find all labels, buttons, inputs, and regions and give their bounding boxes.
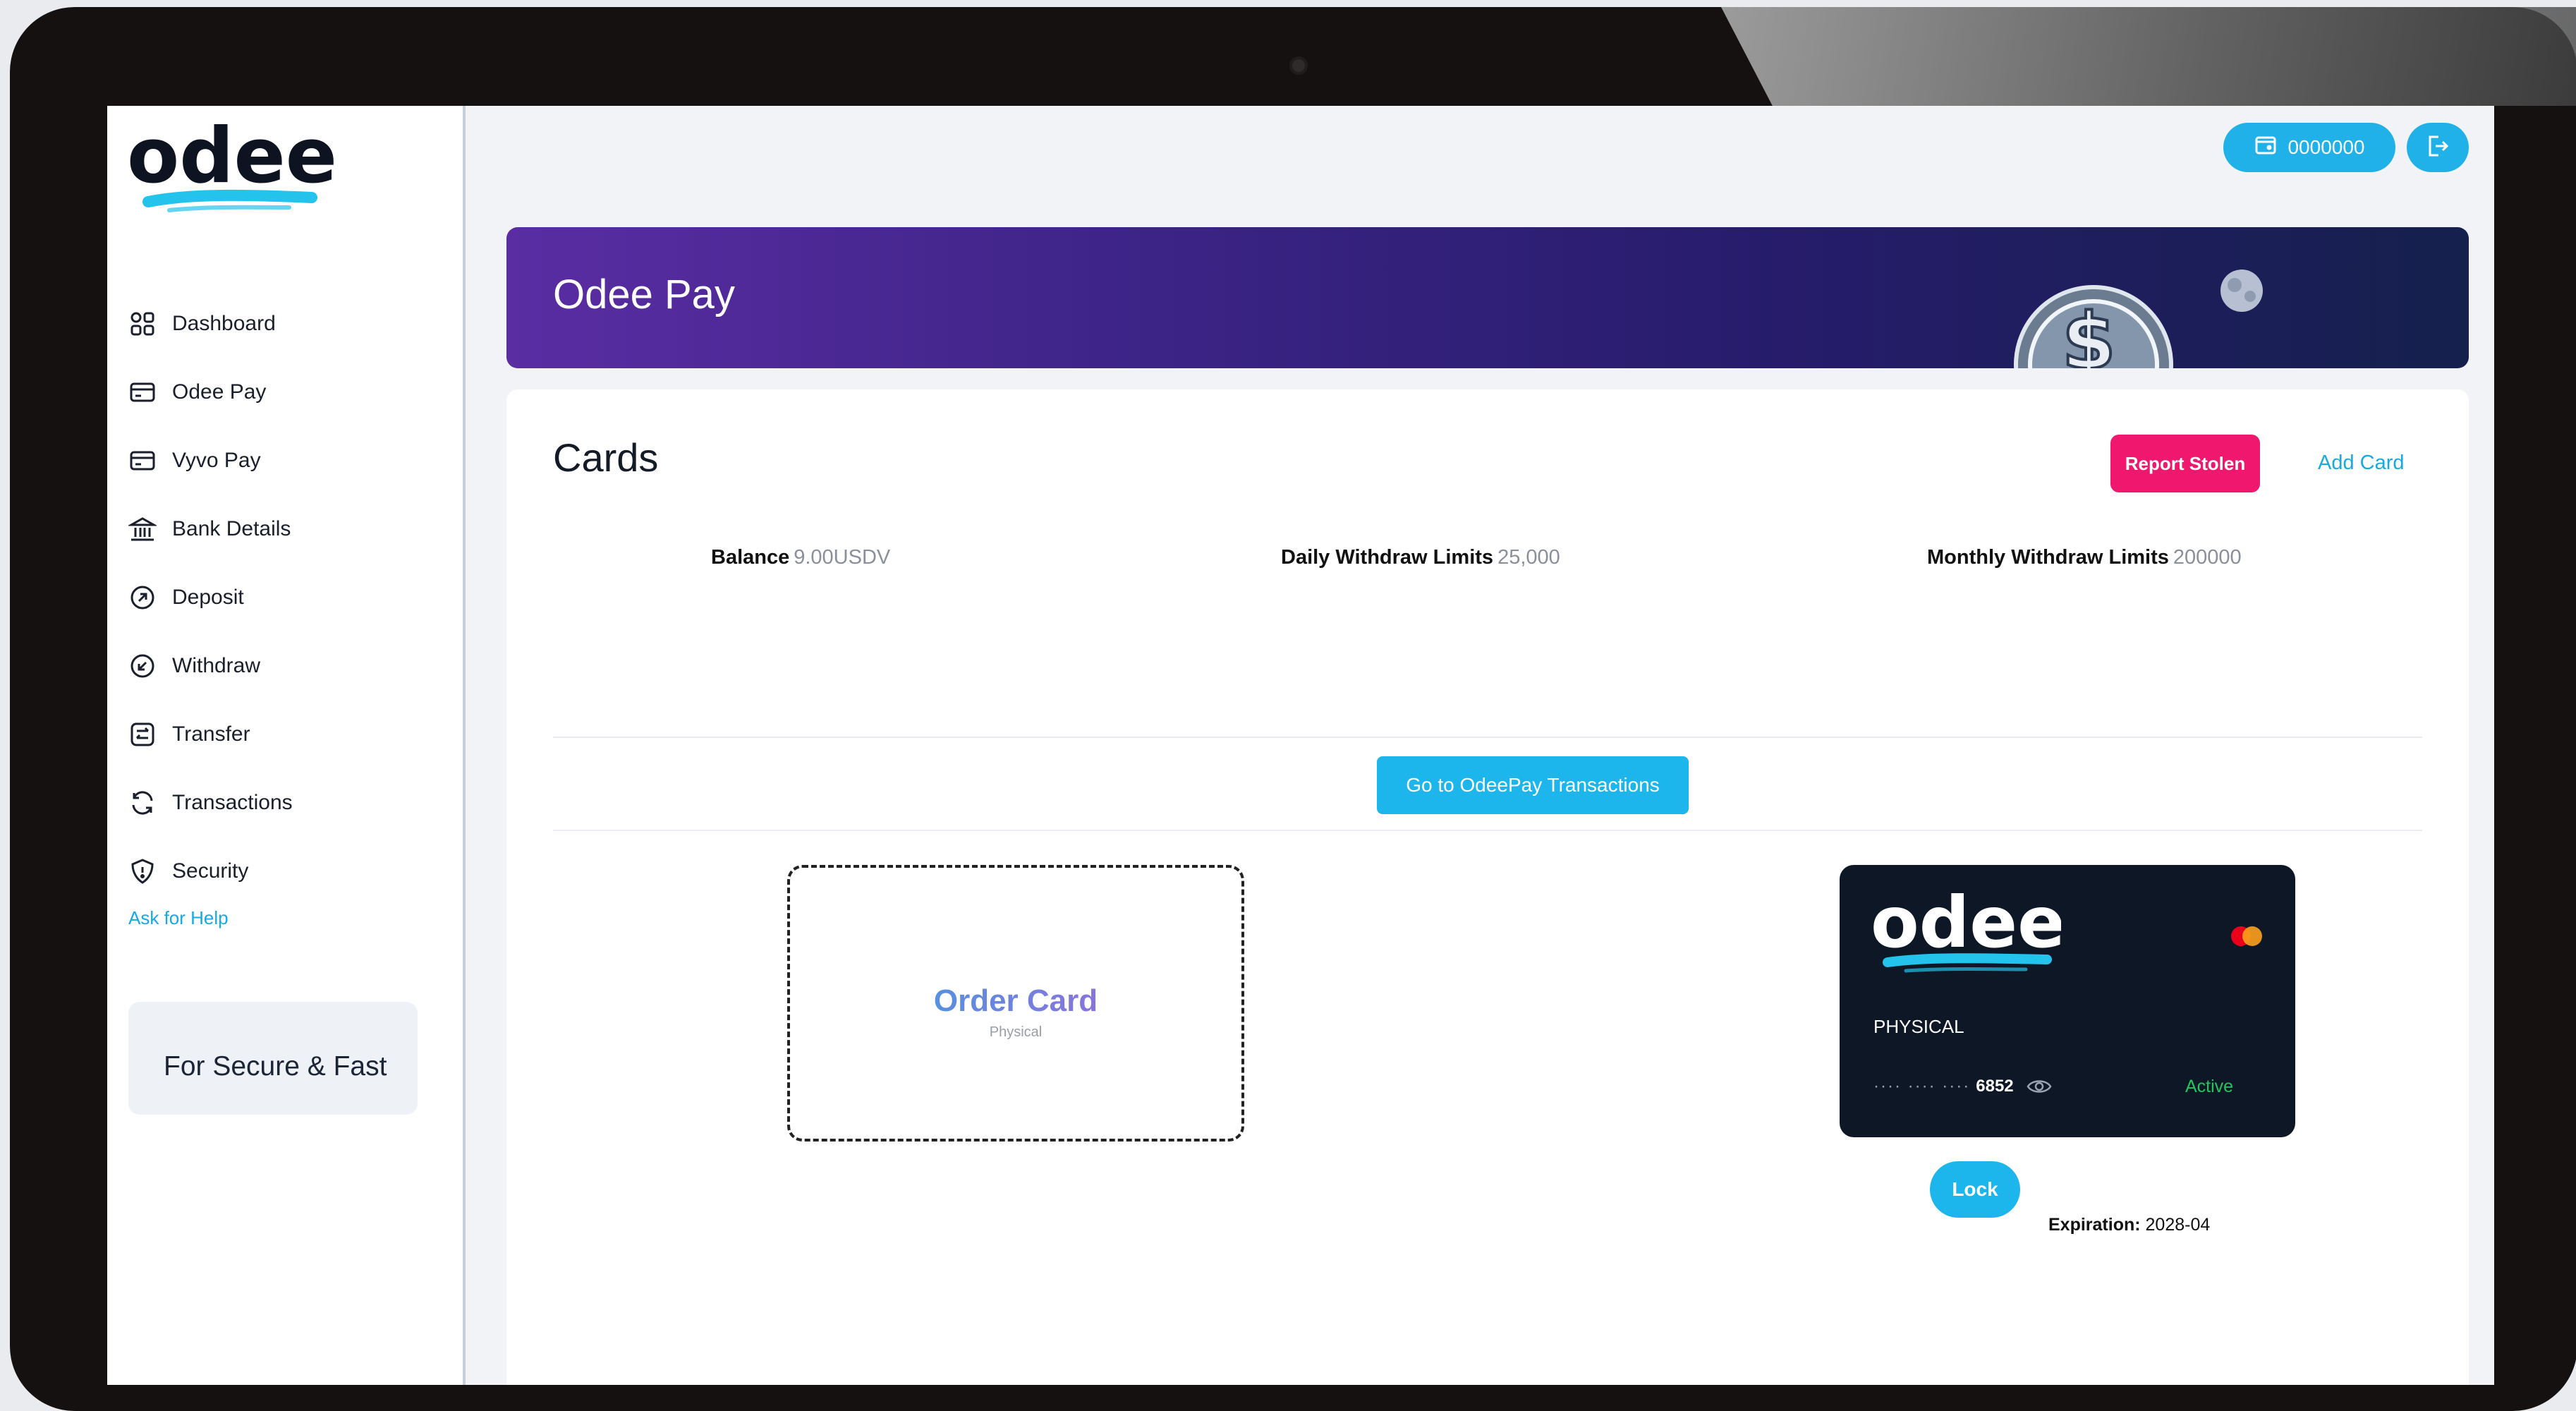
- sidebar-item-label: Transactions: [172, 790, 293, 814]
- sidebar-item-withdraw[interactable]: Withdraw: [128, 631, 460, 700]
- sidebar-item-vyvo-pay[interactable]: Vyvo Pay: [128, 426, 460, 495]
- card-icon: [128, 378, 157, 406]
- ask-for-help-link[interactable]: Ask for Help: [128, 907, 229, 929]
- cards-panel: Cards Report Stolen Add Card Balance 9.00…: [506, 389, 2469, 1385]
- balance-label: Balance: [711, 546, 790, 569]
- sidebar-item-dashboard[interactable]: Dashboard: [128, 289, 460, 358]
- card-icon: [128, 447, 157, 475]
- sidebar: odee Dashboard Odee Pay Vyvo Pay Bank De…: [107, 106, 466, 1385]
- cards-title: Cards: [553, 435, 659, 480]
- sidebar-item-label: Deposit: [172, 585, 244, 609]
- wallet-value: 0000000: [2288, 136, 2365, 158]
- divider: [553, 737, 2422, 738]
- bank-icon: [128, 515, 157, 543]
- card-number-mask: ···· ···· ····: [1873, 1077, 1971, 1096]
- wallet-button[interactable]: 0000000: [2223, 123, 2395, 172]
- svg-text:$: $: [2062, 296, 2116, 368]
- screen: odee Dashboard Odee Pay Vyvo Pay Bank De…: [107, 106, 2494, 1385]
- promo-box: For Secure & Fast: [128, 1002, 418, 1115]
- logout-button[interactable]: [2407, 123, 2469, 172]
- card-last4: 6852: [1976, 1077, 2014, 1096]
- card-brand-logo: odee: [1871, 890, 2061, 973]
- webcam: [1289, 56, 1308, 75]
- sidebar-item-bank-details[interactable]: Bank Details: [128, 495, 460, 563]
- go-to-transactions-button[interactable]: Go to OdeePay Transactions: [1377, 756, 1689, 814]
- card-number: ···· ···· ···· 6852: [1873, 1077, 2052, 1096]
- add-card-button[interactable]: Add Card: [2318, 452, 2405, 475]
- sidebar-item-label: Bank Details: [172, 516, 291, 540]
- grid-icon: [128, 310, 157, 338]
- monthly-limit-stat: Monthly Withdraw Limits 200000: [1927, 546, 2242, 569]
- sidebar-item-label: Odee Pay: [172, 380, 267, 404]
- sidebar-item-label: Security: [172, 859, 249, 883]
- sidebar-nav: Dashboard Odee Pay Vyvo Pay Bank Details: [128, 289, 460, 905]
- balance-stat: Balance 9.00USDV: [711, 546, 890, 569]
- divider: [553, 830, 2422, 831]
- bezel-glare: [1721, 7, 2576, 106]
- card-status: Active: [2185, 1077, 2234, 1096]
- sidebar-item-transactions[interactable]: Transactions: [128, 768, 460, 837]
- eye-icon[interactable]: [2027, 1077, 2052, 1096]
- sidebar-item-security[interactable]: Security: [128, 837, 460, 905]
- page-banner: Odee Pay $: [506, 227, 2469, 368]
- balance-value: 9.00USDV: [794, 546, 891, 569]
- expiration-value: 2028-04: [2145, 1215, 2211, 1235]
- svg-text:odee: odee: [127, 120, 337, 200]
- sidebar-item-label: Withdraw: [172, 653, 261, 677]
- report-stolen-button[interactable]: Report Stolen: [2110, 435, 2260, 492]
- daily-limit-value: 25,000: [1497, 546, 1560, 569]
- mastercard-logo: [2231, 926, 2262, 946]
- logout-icon: [2424, 133, 2451, 163]
- order-card-title: Order Card: [790, 983, 1241, 1019]
- deposit-icon: [128, 583, 157, 612]
- lock-card-button[interactable]: Lock: [1930, 1161, 2020, 1218]
- order-card-tile[interactable]: Order Card Physical: [787, 865, 1244, 1141]
- card-expiration: Expiration: 2028-04: [2048, 1215, 2210, 1235]
- sidebar-item-odee-pay[interactable]: Odee Pay: [128, 358, 460, 426]
- svg-text:odee: odee: [1871, 890, 2061, 964]
- promo-text: For Secure & Fast: [164, 1051, 387, 1082]
- sidebar-item-transfer[interactable]: Transfer: [128, 700, 460, 768]
- monthly-limit-label: Monthly Withdraw Limits: [1927, 546, 2169, 569]
- order-card-subtitle: Physical: [989, 1024, 1043, 1040]
- expiration-label: Expiration:: [2048, 1215, 2141, 1235]
- transfer-icon: [128, 720, 157, 749]
- coin-illustration: $: [2014, 270, 2263, 368]
- sidebar-item-label: Vyvo Pay: [172, 448, 261, 472]
- debit-card: odee PHYSICAL ···· ···· ···· 6852 Active: [1840, 865, 2295, 1137]
- monthly-limit-value: 200000: [2173, 546, 2242, 569]
- card-limits: Balance 9.00USDV Daily Withdraw Limits 25,…: [506, 546, 2469, 581]
- odee-logo: odee: [127, 120, 337, 212]
- sidebar-item-deposit[interactable]: Deposit: [128, 563, 460, 631]
- shield-icon: [128, 857, 157, 885]
- wallet-icon: [2254, 133, 2278, 162]
- refresh-icon: [128, 789, 157, 817]
- daily-limit-stat: Daily Withdraw Limits 25,000: [1281, 546, 1560, 569]
- card-type: PHYSICAL: [1873, 1016, 1964, 1037]
- page-title: Odee Pay: [553, 272, 735, 317]
- withdraw-icon: [128, 652, 157, 680]
- sidebar-item-label: Dashboard: [172, 311, 276, 335]
- daily-limit-label: Daily Withdraw Limits: [1281, 546, 1494, 569]
- sidebar-item-label: Transfer: [172, 722, 250, 746]
